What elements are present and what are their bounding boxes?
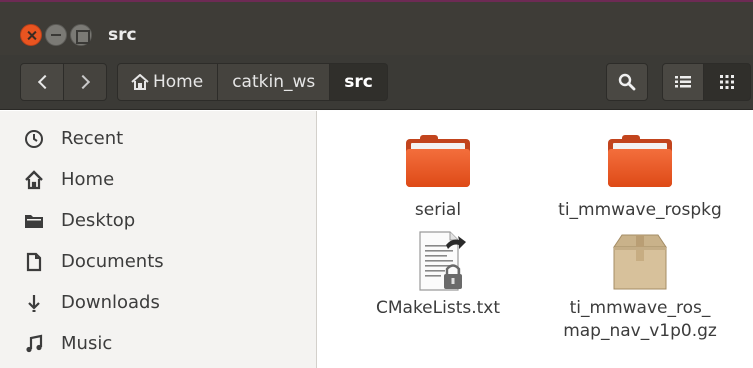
search-icon xyxy=(618,73,636,91)
file-item-serial[interactable]: serial xyxy=(368,133,508,222)
sidebar: Recent Home Desktop Documents Downloads … xyxy=(0,111,317,368)
window-title: src xyxy=(108,25,137,45)
document-icon xyxy=(26,252,42,271)
breadcrumb-home[interactable]: Home xyxy=(117,63,219,101)
list-view-icon xyxy=(675,76,691,88)
grid-view-icon xyxy=(720,75,734,89)
search-button[interactable] xyxy=(606,63,648,101)
home-icon xyxy=(25,169,43,189)
sidebar-item-documents[interactable]: Documents xyxy=(0,241,316,282)
sidebar-item-downloads[interactable]: Downloads xyxy=(0,282,316,323)
file-item-ti-mmwave-ros-map-nav[interactable]: ti_mmwave_ros_ map_nav_v1p0.gz xyxy=(540,231,740,343)
sidebar-item-label: Home xyxy=(61,169,115,190)
chevron-right-icon xyxy=(75,74,90,90)
close-icon[interactable] xyxy=(20,24,42,46)
sidebar-item-music[interactable]: Music xyxy=(0,323,316,364)
home-icon xyxy=(131,74,149,90)
archive-icon xyxy=(613,234,667,290)
sidebar-item-label: Music xyxy=(61,333,113,354)
chevron-left-icon xyxy=(37,74,52,90)
folder-icon xyxy=(608,133,672,193)
sidebar-item-desktop[interactable]: Desktop xyxy=(0,200,316,241)
file-name: CMakeLists.txt xyxy=(375,298,501,318)
sidebar-item-label: Documents xyxy=(61,251,164,272)
sidebar-item-label: Desktop xyxy=(61,210,136,231)
breadcrumb-label: src xyxy=(344,72,373,92)
file-name-line: map_nav_v1p0.gz xyxy=(563,321,717,341)
file-item-ti-mmwave-rospkg[interactable]: ti_mmwave_rospkg xyxy=(540,133,740,222)
breadcrumb-label: catkin_ws xyxy=(232,72,316,92)
file-name-line: ti_mmwave_ros_ xyxy=(569,298,711,318)
breadcrumb: Home catkin_ws src xyxy=(117,63,388,101)
grid-view-button[interactable] xyxy=(703,63,751,101)
breadcrumb-label: Home xyxy=(153,72,204,92)
sidebar-item-label: Recent xyxy=(61,128,124,149)
minimize-icon[interactable] xyxy=(45,24,67,46)
sidebar-item-home[interactable]: Home xyxy=(0,159,316,200)
file-name: ti_mmwave_ros_ map_nav_v1p0.gz xyxy=(563,297,717,343)
list-view-button[interactable] xyxy=(662,63,704,101)
breadcrumb-catkin-ws[interactable]: catkin_ws xyxy=(218,63,331,101)
clock-icon xyxy=(25,129,43,148)
back-button[interactable] xyxy=(20,63,64,101)
file-manager-window: src Home catkin_ws src Recent Home Deskt… xyxy=(0,0,753,368)
toolbar: Home catkin_ws src xyxy=(0,55,753,110)
file-name: ti_mmwave_rospkg xyxy=(558,200,722,220)
file-item-cmakelists[interactable]: CMakeLists.txt xyxy=(358,231,518,320)
text-file-icon xyxy=(419,231,466,291)
sidebar-item-label: Downloads xyxy=(61,292,160,313)
sidebar-item-recent[interactable]: Recent xyxy=(0,118,316,159)
download-icon xyxy=(28,294,40,312)
forward-button[interactable] xyxy=(63,63,107,101)
folder-icon xyxy=(25,214,43,228)
folder-icon xyxy=(406,133,470,193)
maximize-icon[interactable] xyxy=(70,24,92,46)
title-bar: src xyxy=(0,0,753,55)
file-name: serial xyxy=(414,200,462,220)
file-grid: serial ti_mmwave_rospkg CMakeLists.txt t… xyxy=(318,111,753,368)
music-icon xyxy=(26,334,43,352)
breadcrumb-src[interactable]: src xyxy=(330,63,388,101)
